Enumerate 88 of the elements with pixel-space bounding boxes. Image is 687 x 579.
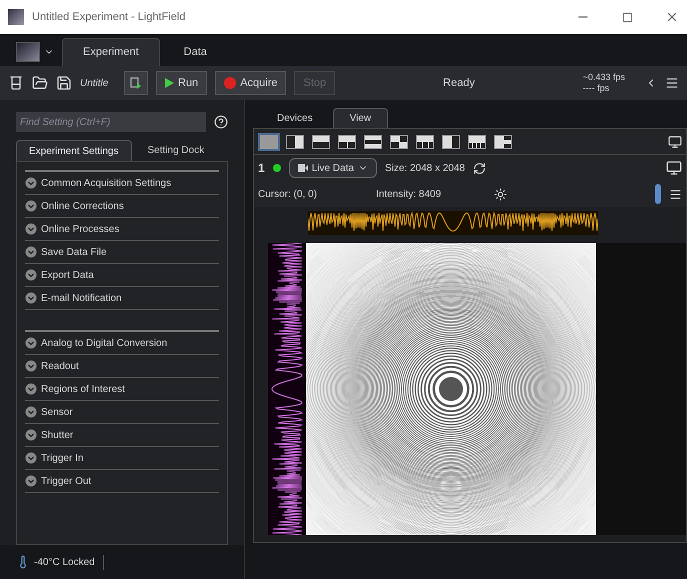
section-label: Export Data	[41, 268, 94, 282]
panel-tab[interactable]: Setting Dock	[136, 140, 216, 161]
layout-button[interactable]	[492, 132, 514, 150]
window-title: Untitled Experiment - LightField	[32, 10, 186, 25]
acquire-button[interactable]: Acquire	[215, 71, 286, 95]
expand-icon	[25, 383, 37, 395]
layout-button[interactable]	[388, 132, 410, 150]
layout-button[interactable]	[310, 132, 332, 150]
camera-icon	[298, 164, 308, 172]
panel-tab[interactable]: Experiment Settings	[16, 140, 132, 161]
monitor-icon[interactable]	[668, 134, 682, 148]
settings-section[interactable]: Readout	[25, 355, 219, 378]
frame-rate-text: ---- fps	[582, 83, 610, 94]
cursor-position: Cursor: (0, 0)	[258, 188, 318, 202]
settings-section[interactable]: Regions of Interest	[25, 378, 219, 401]
layout-button[interactable]	[440, 132, 462, 150]
view-number: 1	[258, 160, 265, 177]
image-size: Size: 2048 x 2048	[384, 162, 465, 176]
view-tab[interactable]: View	[332, 108, 388, 128]
scroll-handle[interactable]	[655, 184, 661, 204]
step-icon	[130, 77, 142, 89]
expand-icon	[25, 292, 37, 304]
section-label: Save Data File	[41, 246, 107, 260]
section-label: Readout	[41, 360, 79, 374]
close-icon[interactable]	[665, 10, 679, 24]
status-text: Ready	[442, 76, 476, 91]
settings-section[interactable]: Analog to Digital Conversion	[25, 332, 219, 355]
run-button[interactable]: Run	[156, 71, 208, 95]
layout-button[interactable]	[414, 132, 436, 150]
section-label: E-mail Notification	[41, 292, 122, 306]
section-label: Trigger In	[41, 452, 84, 466]
file-name: Untitle	[80, 76, 110, 90]
section-label: Common Acquisition Settings	[41, 176, 172, 190]
settings-section[interactable]: Shutter	[25, 424, 219, 447]
ribbon-tab[interactable]: Data	[164, 38, 227, 66]
section-label: Sensor	[41, 406, 73, 420]
section-label: Analog to Digital Conversion	[41, 336, 168, 350]
settings-section[interactable]: Sensor	[25, 401, 219, 424]
expand-icon	[25, 223, 37, 235]
monitor-icon[interactable]	[666, 160, 682, 176]
settings-section[interactable]: Online Processes	[25, 218, 219, 241]
expand-icon	[25, 406, 37, 418]
section-label: Shutter	[41, 428, 74, 442]
intensity-value: Intensity: 8409	[376, 188, 442, 202]
layout-button[interactable]	[466, 132, 488, 150]
help-icon[interactable]	[214, 115, 228, 129]
expand-icon	[25, 429, 37, 441]
settings-section[interactable]: Export Data	[25, 264, 219, 287]
settings-section[interactable]: Online Corrections	[25, 195, 219, 218]
settings-section[interactable]: E-mail Notification	[25, 287, 219, 310]
settings-section[interactable]: Save Data File	[25, 241, 219, 264]
menu-icon[interactable]	[669, 188, 682, 200]
expand-icon	[25, 337, 37, 349]
expand-icon	[25, 177, 37, 189]
maximize-icon[interactable]	[622, 12, 633, 22]
frame-rate-text: ~0.433 fps	[582, 72, 625, 83]
source-dropdown[interactable]: Live Data	[288, 158, 377, 178]
layout-button[interactable]	[258, 132, 280, 150]
menu-icon[interactable]	[665, 76, 679, 90]
settings-section[interactable]: Common Acquisition Settings	[25, 172, 219, 195]
brightness-icon[interactable]	[494, 188, 507, 200]
play-icon	[165, 78, 174, 88]
settings-section[interactable]: Trigger Out	[25, 470, 219, 493]
view-tab[interactable]: Devices	[261, 108, 329, 128]
search-field[interactable]: Find Setting (Ctrl+F)	[16, 112, 206, 132]
temperature-status: -40°C Locked	[34, 554, 104, 570]
folder-icon[interactable]	[32, 75, 48, 91]
settings-section[interactable]: Trigger In	[25, 447, 219, 470]
save-icon[interactable]	[56, 75, 72, 91]
expand-icon	[25, 360, 37, 372]
section-label: Online Processes	[41, 222, 120, 236]
layout-button[interactable]	[362, 132, 384, 150]
expand-icon	[25, 246, 37, 258]
section-label: Regions of Interest	[41, 382, 125, 396]
expand-icon	[25, 200, 37, 212]
expand-icon	[25, 269, 37, 281]
section-label: Online Corrections	[41, 200, 124, 214]
layout-button[interactable]	[284, 132, 306, 150]
ribbon-tab[interactable]: Experiment	[62, 38, 160, 66]
refresh-icon[interactable]	[473, 162, 486, 174]
step-button[interactable]	[124, 71, 148, 95]
expand-icon	[25, 452, 37, 464]
expand-icon	[25, 475, 37, 487]
section-label: Trigger Out	[41, 474, 92, 488]
layout-button[interactable]	[336, 132, 358, 150]
app-menu-button[interactable]	[16, 42, 54, 62]
app-icon	[8, 9, 24, 25]
flask-icon[interactable]	[8, 75, 24, 91]
